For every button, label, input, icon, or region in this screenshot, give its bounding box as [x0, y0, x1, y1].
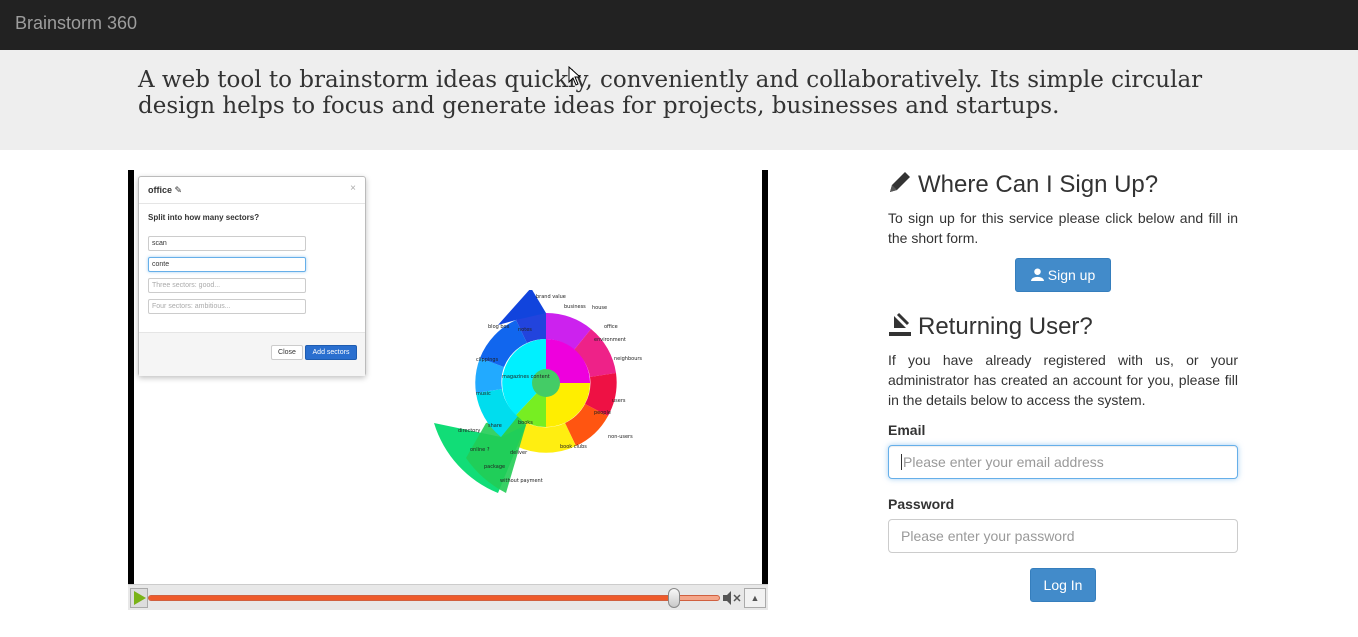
progress-bar[interactable] [148, 595, 720, 601]
navbar: Brainstorm 360 [0, 0, 1358, 50]
play-icon [134, 591, 146, 605]
svg-text:environment: environment [594, 337, 626, 343]
svg-text:magazines content: magazines content [502, 374, 550, 380]
sector-field: Three sectors: good... [148, 278, 306, 293]
divider [139, 203, 365, 204]
svg-text:online ?: online ? [470, 447, 490, 453]
fullscreen-icon: ▲ [750, 593, 760, 603]
sign-up-label: Sign up [1047, 267, 1096, 283]
demo-video-player[interactable]: office ✎ × Split into how many sectors? … [128, 170, 768, 610]
svg-text:without payment: without payment [500, 478, 543, 484]
login-heading-text: Returning User? [918, 313, 1093, 340]
svg-text:music: music [476, 391, 491, 397]
svg-text:business: business [564, 304, 586, 310]
password-field[interactable]: Please enter your password [888, 519, 1238, 553]
svg-text:deliver: deliver [510, 450, 528, 456]
svg-text:notes: notes [518, 327, 532, 333]
svg-text:users: users [612, 398, 626, 404]
dialog-question: Split into how many sectors? [148, 213, 260, 222]
brainstorm-wheel-image: brand value business house office enviro… [434, 290, 642, 493]
log-in-button[interactable]: Log In [1030, 568, 1096, 602]
login-text: If you have already registered with us, … [888, 352, 1238, 408]
video-controls: ▲ [128, 584, 768, 610]
password-label: Password [888, 496, 955, 512]
signup-heading-text: Where Can I Sign Up? [918, 171, 1159, 198]
close-icon: × [350, 183, 356, 194]
dialog-title: office ✎ [148, 185, 183, 195]
user-icon [1030, 268, 1044, 281]
svg-text:neighbours: neighbours [614, 356, 642, 362]
svg-text:directory: directory [458, 428, 480, 434]
pencil-icon [890, 172, 910, 192]
play-button[interactable] [130, 588, 148, 608]
signup-heading: Where Can I Sign Up? [888, 170, 1158, 199]
svg-text:clippings: clippings [476, 357, 499, 363]
scrub-handle[interactable] [668, 588, 681, 608]
svg-text:brand value: brand value [536, 294, 566, 300]
svg-text:house: house [592, 305, 607, 311]
dialog-footer: Close Add sectors [139, 332, 365, 376]
fullscreen-button[interactable]: ▲ [744, 588, 766, 608]
hero-banner: A web tool to brainstorm ideas quickly, … [0, 50, 1358, 150]
brand-link[interactable]: Brainstorm 360 [15, 13, 137, 34]
sign-up-button[interactable]: Sign up [1015, 258, 1111, 292]
progress-fill [149, 596, 674, 600]
login-heading: Returning User? [888, 312, 1093, 341]
email-field[interactable]: Please enter your email address [888, 445, 1238, 479]
svg-text:book clubs: book clubs [560, 444, 587, 450]
add-sectors-button: Add sectors [305, 345, 357, 360]
sectors-dialog: office ✎ × Split into how many sectors? … [138, 176, 366, 376]
hero-tagline: A web tool to brainstorm ideas quickly, … [138, 67, 1203, 119]
text-caret [901, 454, 902, 470]
email-label: Email [888, 422, 926, 438]
sector-field: scan [148, 236, 306, 251]
svg-text:books: books [518, 420, 533, 426]
svg-text:people: people [594, 410, 611, 416]
mute-button[interactable] [722, 590, 742, 606]
svg-text:non-users: non-users [608, 434, 633, 440]
svg-text:package: package [484, 464, 505, 470]
sector-field: conte [148, 257, 306, 272]
signup-text: To sign up for this service please click… [888, 210, 1238, 246]
video-frame: office ✎ × Split into how many sectors? … [134, 170, 762, 584]
dialog-close-button: Close [271, 345, 303, 360]
email-placeholder: Please enter your email address [903, 454, 1104, 470]
mute-icon [723, 591, 741, 605]
svg-text:blog box: blog box [488, 324, 509, 330]
svg-text:share: share [488, 423, 502, 429]
svg-text:office: office [604, 324, 618, 330]
login-icon [889, 312, 911, 336]
mouse-cursor-icon [568, 66, 582, 86]
sector-field: Four sectors: ambitious... [148, 299, 306, 314]
